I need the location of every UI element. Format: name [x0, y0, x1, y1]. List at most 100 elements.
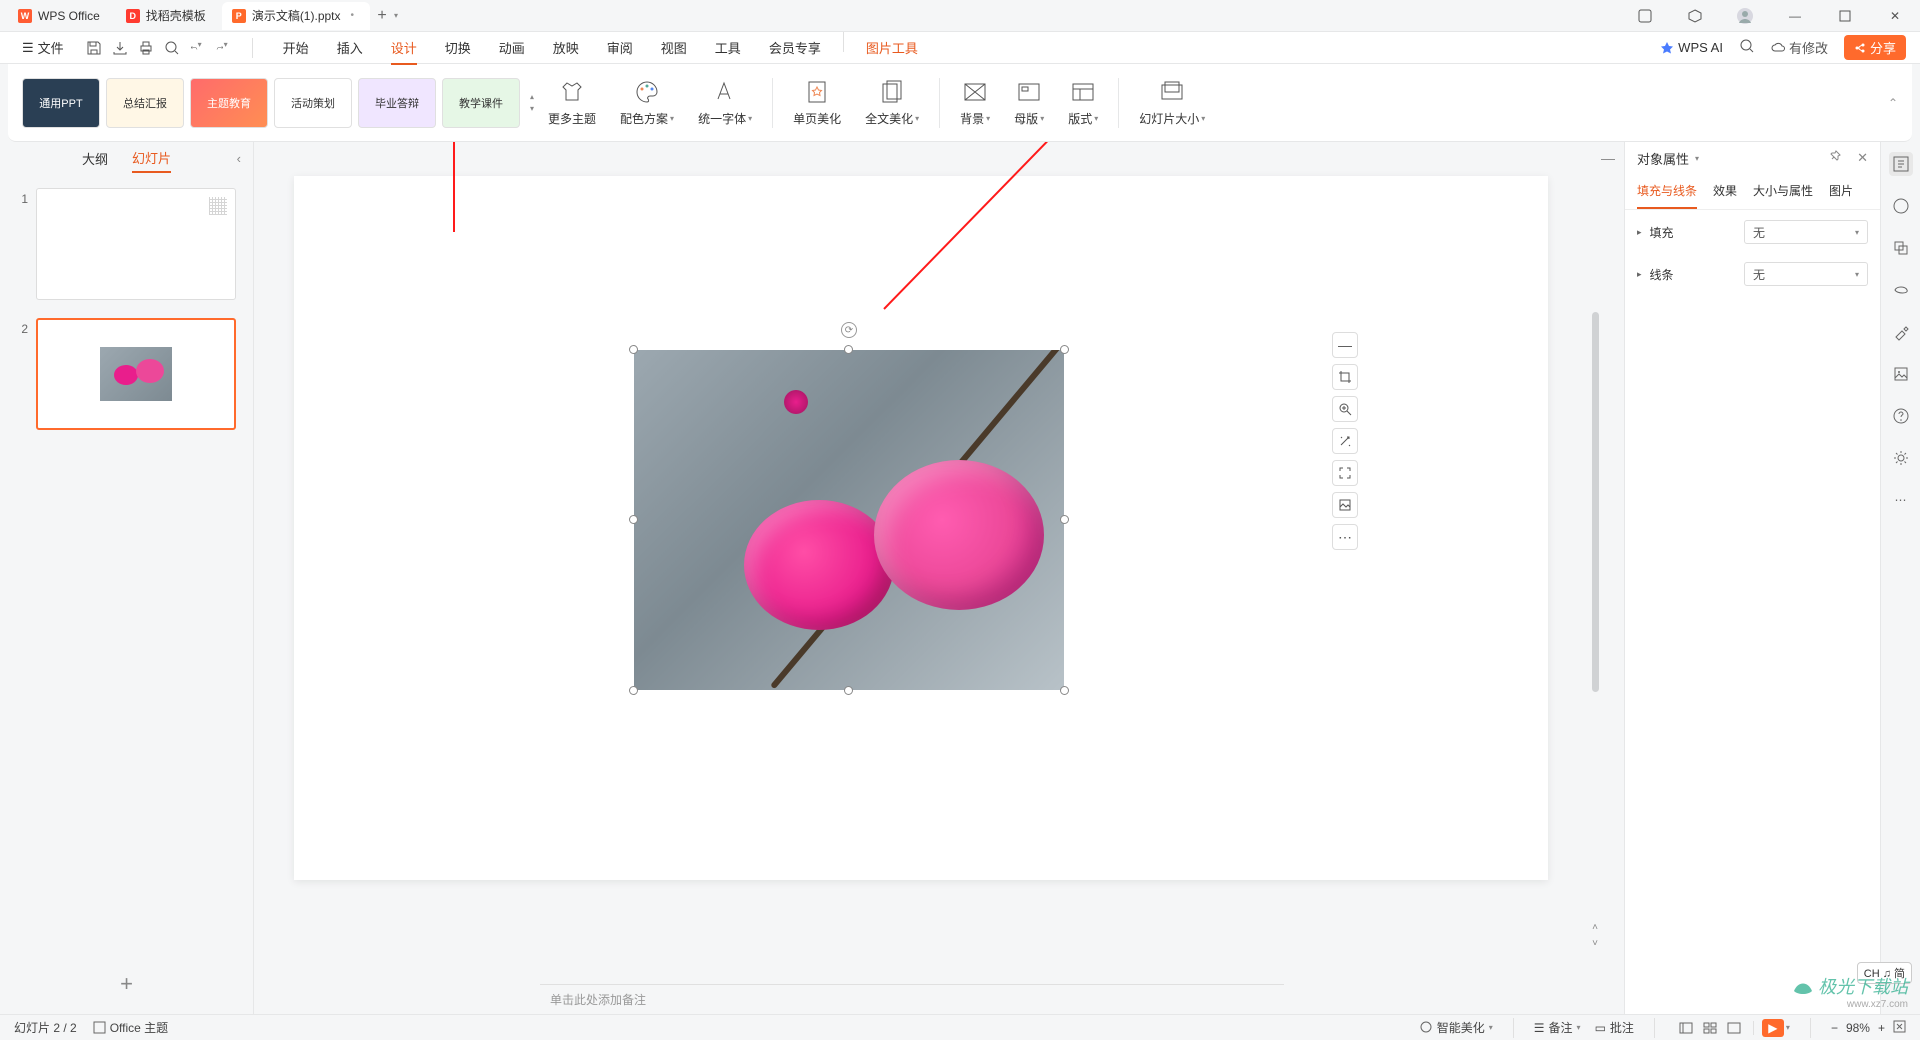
- smart-beautify-button[interactable]: 智能美化▾: [1420, 1019, 1493, 1036]
- rail-tools-icon[interactable]: [1889, 320, 1913, 344]
- tab-tools[interactable]: 工具: [715, 32, 741, 63]
- app-tab-template[interactable]: D 找稻壳模板: [116, 2, 222, 30]
- single-page-beautify[interactable]: 单页美化: [783, 78, 851, 127]
- template-gallery-scroll[interactable]: ▾▾: [530, 93, 534, 113]
- rail-more-icon[interactable]: ⋯: [1889, 488, 1913, 512]
- expand-icon[interactable]: ▸: [1637, 269, 1642, 280]
- has-edit-indicator[interactable]: 有修改: [1771, 38, 1828, 57]
- tab-view[interactable]: 视图: [661, 32, 687, 63]
- tab-picture-tools[interactable]: 图片工具: [866, 32, 918, 63]
- fit-to-window-icon[interactable]: [1893, 1020, 1906, 1036]
- print-icon[interactable]: [138, 40, 154, 56]
- prop-tab-picture[interactable]: 图片: [1829, 174, 1853, 209]
- theme-indicator[interactable]: Office 主题: [93, 1019, 168, 1036]
- undo-icon[interactable]: ▾: [190, 40, 206, 56]
- slide-size-button[interactable]: 幻灯片大小▾: [1129, 78, 1215, 127]
- maximize-button[interactable]: [1828, 2, 1862, 30]
- tab-start[interactable]: 开始: [283, 32, 309, 63]
- background-button[interactable]: 背景▾: [950, 78, 1000, 127]
- template-general[interactable]: 通用PPT: [22, 78, 100, 128]
- rail-style-icon[interactable]: [1889, 194, 1913, 218]
- selected-image[interactable]: ⟳: [634, 350, 1064, 690]
- avatar-icon[interactable]: [1728, 2, 1762, 30]
- float-crop-icon[interactable]: [1332, 364, 1358, 390]
- app-tab-document[interactable]: P 演示文稿(1).pptx •: [222, 2, 370, 30]
- resize-handle-bl[interactable]: [629, 686, 638, 695]
- resize-handle-t[interactable]: [844, 345, 853, 354]
- float-more-icon[interactable]: ⋯: [1332, 524, 1358, 550]
- redo-icon[interactable]: ▾: [216, 40, 232, 56]
- slide-thumb-1[interactable]: [36, 188, 236, 300]
- tab-member[interactable]: 会员专享: [769, 32, 821, 63]
- canvas-area[interactable]: ⟳ —: [254, 142, 1624, 1014]
- slide-thumb-2[interactable]: [36, 318, 236, 430]
- prop-tab-size[interactable]: 大小与属性: [1753, 174, 1813, 209]
- resize-handle-b[interactable]: [844, 686, 853, 695]
- rail-settings-icon[interactable]: [1889, 446, 1913, 470]
- prop-title-dropdown[interactable]: ▾: [1695, 154, 1699, 163]
- play-button[interactable]: ▶: [1762, 1019, 1784, 1037]
- print-preview-icon[interactable]: [164, 40, 180, 56]
- tab-transition[interactable]: 切换: [445, 32, 471, 63]
- save-icon[interactable]: [86, 40, 102, 56]
- tab-slideshow[interactable]: 放映: [553, 32, 579, 63]
- collapse-ribbon-button[interactable]: ⌃: [1888, 96, 1898, 110]
- zoom-in-button[interactable]: +: [1878, 1021, 1885, 1035]
- tab-add-button[interactable]: +: [370, 4, 394, 28]
- float-collapse-icon[interactable]: —: [1332, 332, 1358, 358]
- close-panel-icon[interactable]: ✕: [1857, 150, 1868, 166]
- more-themes-button[interactable]: 更多主题: [538, 78, 606, 127]
- tab-insert[interactable]: 插入: [337, 32, 363, 63]
- expand-icon[interactable]: ▸: [1637, 227, 1642, 238]
- collapse-panel-icon[interactable]: ‹: [237, 151, 241, 166]
- cube-icon[interactable]: [1678, 2, 1712, 30]
- scroll-up-icon[interactable]: ˄: [1589, 922, 1601, 934]
- export-icon[interactable]: [112, 40, 128, 56]
- canvas-scrollbar[interactable]: ˄ ˅: [1588, 302, 1602, 952]
- resize-handle-tr[interactable]: [1060, 345, 1069, 354]
- minimize-button[interactable]: —: [1778, 2, 1812, 30]
- rail-resource-icon[interactable]: [1889, 362, 1913, 386]
- comments-toggle[interactable]: ▭ 批注: [1595, 1019, 1634, 1036]
- layout-button[interactable]: 版式▾: [1058, 78, 1108, 127]
- scrollbar-thumb[interactable]: [1592, 312, 1599, 692]
- tab-design[interactable]: 设计: [391, 32, 417, 63]
- template-activity[interactable]: 活动策划: [274, 78, 352, 128]
- unify-font-button[interactable]: 统一字体▾: [688, 78, 762, 127]
- prop-tab-effect[interactable]: 效果: [1713, 174, 1737, 209]
- color-scheme-button[interactable]: 配色方案▾: [610, 78, 684, 127]
- scroll-down-icon[interactable]: ˅: [1589, 938, 1601, 950]
- rail-help-icon[interactable]: [1889, 404, 1913, 428]
- zoom-level[interactable]: 98%: [1846, 1021, 1870, 1035]
- zoom-out-button[interactable]: −: [1831, 1021, 1838, 1035]
- pin-icon[interactable]: [1830, 150, 1843, 166]
- notes-toggle[interactable]: ☰ 备注▾: [1534, 1019, 1581, 1036]
- play-dropdown[interactable]: ▾: [1786, 1023, 1790, 1032]
- search-icon[interactable]: [1739, 38, 1755, 57]
- rail-properties-icon[interactable]: [1889, 152, 1913, 176]
- resize-handle-br[interactable]: [1060, 686, 1069, 695]
- template-theme-edu[interactable]: 主题教育: [190, 78, 268, 128]
- wps-ai-button[interactable]: WPS AI: [1660, 40, 1723, 55]
- slide-canvas[interactable]: ⟳: [294, 176, 1548, 880]
- app-tab-wps[interactable]: W WPS Office: [8, 2, 116, 30]
- outline-tab[interactable]: 大纲: [82, 145, 108, 172]
- float-fullscreen-icon[interactable]: [1332, 460, 1358, 486]
- float-replace-icon[interactable]: [1332, 492, 1358, 518]
- prop-tab-fill-line[interactable]: 填充与线条: [1637, 174, 1697, 209]
- reading-view-icon[interactable]: [1723, 1019, 1745, 1037]
- collapse-prop-panel-button[interactable]: —: [1598, 142, 1618, 174]
- resize-handle-r[interactable]: [1060, 515, 1069, 524]
- float-zoom-icon[interactable]: [1332, 396, 1358, 422]
- add-slide-button[interactable]: +: [0, 954, 253, 1014]
- tab-list-dropdown[interactable]: ▾: [394, 11, 398, 20]
- full-doc-beautify[interactable]: 全文美化▾: [855, 78, 929, 127]
- float-magic-icon[interactable]: [1332, 428, 1358, 454]
- notes-placeholder[interactable]: 单击此处添加备注: [540, 984, 1284, 1014]
- sorter-view-icon[interactable]: [1699, 1019, 1721, 1037]
- close-button[interactable]: ✕: [1878, 2, 1912, 30]
- tab-review[interactable]: 审阅: [607, 32, 633, 63]
- tab-animation[interactable]: 动画: [499, 32, 525, 63]
- master-button[interactable]: 母版▾: [1004, 78, 1054, 127]
- rail-animation-icon[interactable]: [1889, 278, 1913, 302]
